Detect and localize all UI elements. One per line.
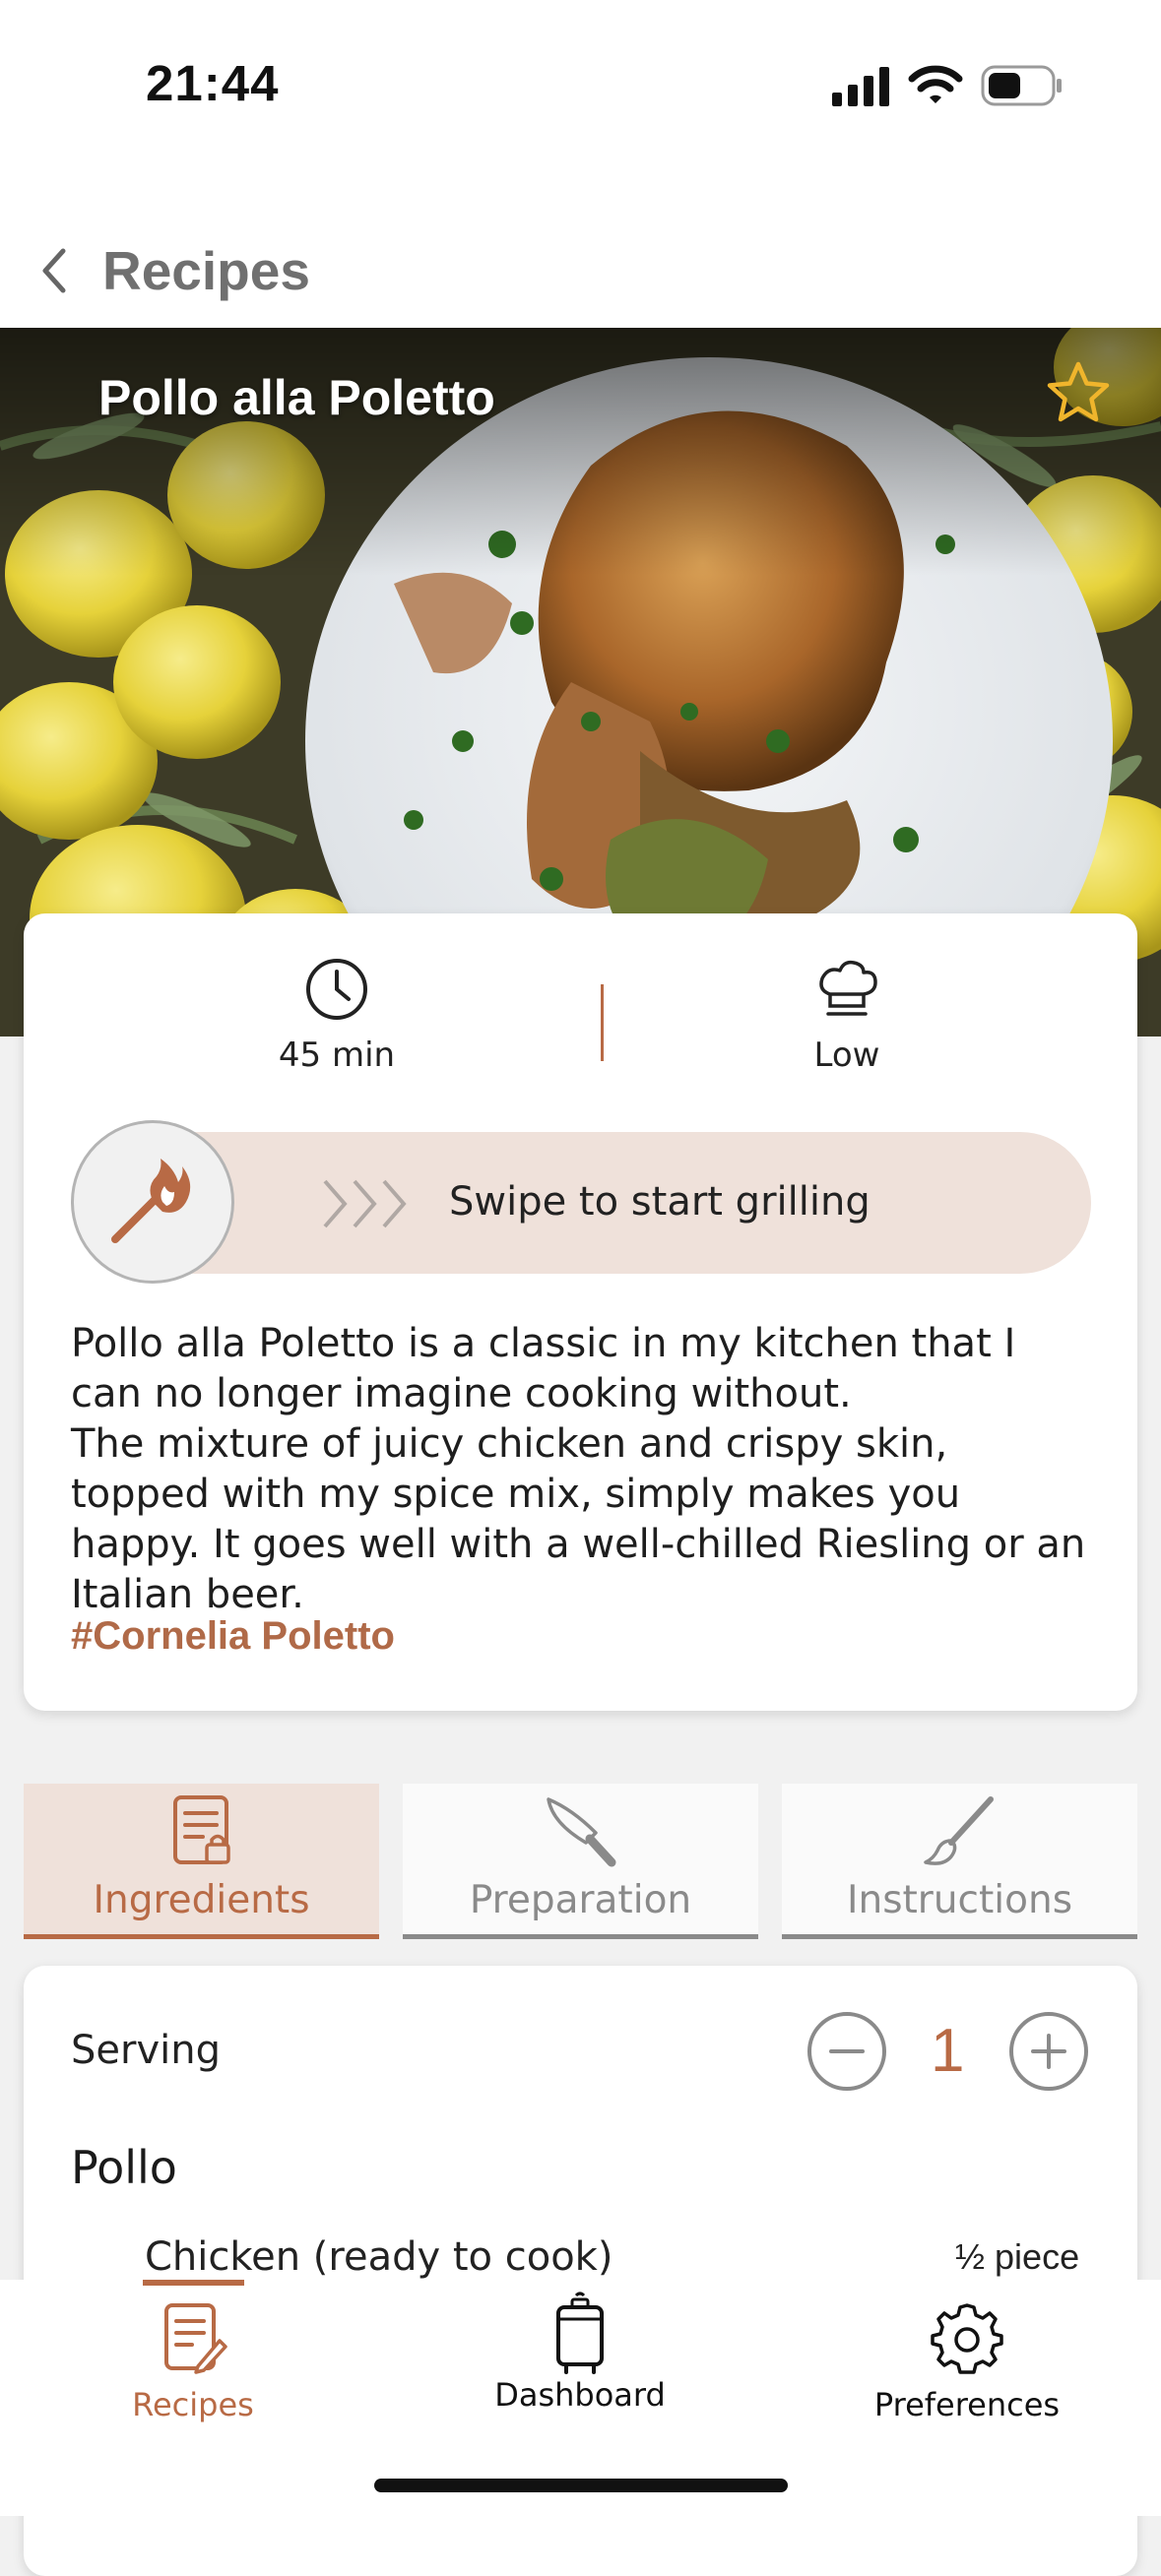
chevrons-right-icon: [323, 1179, 407, 1228]
home-indicator: [374, 2479, 788, 2492]
tabbar-preferences-label: Preferences: [873, 2386, 1061, 2423]
match-flame-icon: [111, 1159, 191, 1243]
author-hashtag[interactable]: #Cornelia Poletto: [71, 1614, 395, 1659]
cellular-signal-icon: [832, 67, 889, 106]
battery-icon: [981, 65, 1062, 106]
plus-icon: [1031, 2034, 1066, 2069]
chevron-left-icon: [42, 248, 66, 293]
ingredient-name: Chicken (ready to cook): [145, 2234, 613, 2280]
duration-value: 45 min: [278, 1036, 396, 1075]
tab-preparation-label: Preparation: [469, 1878, 692, 1922]
tabbar-recipes[interactable]: Recipes: [0, 2301, 386, 2423]
favorite-star-icon[interactable]: [1044, 359, 1113, 428]
tab-ingredients[interactable]: Ingredients: [24, 1784, 379, 1939]
back-button[interactable]: Recipes: [39, 236, 335, 305]
brush-icon: [923, 1796, 994, 1865]
chef-hat-icon: [819, 960, 877, 1016]
recipes-icon: [164, 2303, 227, 2374]
ingredient-quantity: ½ piece: [955, 2236, 1080, 2277]
gear-icon: [931, 2303, 1003, 2374]
swipe-handle[interactable]: [71, 1120, 234, 1284]
knife-icon: [546, 1797, 615, 1867]
difficulty-stat: Low: [689, 957, 1004, 1075]
duration-stat: 45 min: [179, 957, 494, 1075]
tab-ingredients-label: Ingredients: [93, 1878, 310, 1922]
grill-icon: [556, 2292, 604, 2374]
ingredient-highlight-underline: [143, 2280, 244, 2286]
decrease-serving-button[interactable]: [807, 2012, 886, 2091]
serving-count: 1: [931, 2017, 965, 2085]
back-label: Recipes: [102, 240, 310, 301]
recipe-title: Pollo alla Poletto: [98, 370, 495, 425]
minus-icon: [829, 2049, 865, 2053]
ingredient-section-title: Pollo: [71, 2141, 177, 2194]
serving-label: Serving: [71, 2028, 221, 2073]
difficulty-value: Low: [813, 1036, 880, 1075]
increase-serving-button[interactable]: [1009, 2012, 1088, 2091]
tabbar-dashboard[interactable]: Dashboard: [387, 2292, 773, 2414]
tabbar-recipes-label: Recipes: [132, 2386, 254, 2423]
clock-icon: [306, 959, 367, 1020]
swipe-label: Swipe to start grilling: [449, 1179, 871, 1225]
tabbar-dashboard-label: Dashboard: [494, 2376, 666, 2414]
tab-instructions[interactable]: Instructions: [782, 1784, 1137, 1939]
recipe-list-icon: [172, 1795, 230, 1864]
tab-preparation[interactable]: Preparation: [403, 1784, 758, 1939]
tab-instructions-label: Instructions: [846, 1878, 1073, 1922]
recipe-description: Pollo alla Poletto is a classic in my ki…: [71, 1321, 1086, 1617]
status-time: 21:44: [146, 55, 280, 111]
tabbar-preferences[interactable]: Preferences: [774, 2301, 1160, 2423]
stat-divider: [601, 984, 604, 1061]
wifi-icon: [908, 65, 963, 103]
